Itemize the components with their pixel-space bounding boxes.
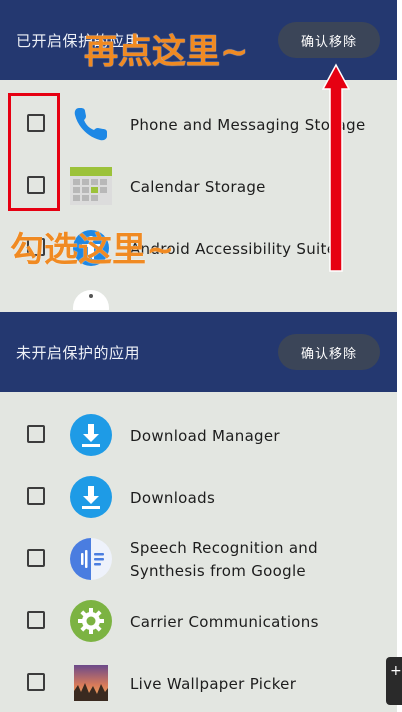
- floating-side-tab[interactable]: +: [386, 657, 402, 705]
- up-arrow-icon: [322, 63, 350, 272]
- app-label: Downloads: [130, 488, 216, 507]
- app-label: Speech Recognition and Synthesis from Go…: [130, 539, 318, 580]
- unprotected-app-list: Download Manager Downloads Speech Recogn…: [0, 405, 397, 712]
- app-label: Carrier Communications: [130, 612, 319, 631]
- checkbox[interactable]: [27, 673, 45, 691]
- app-label: Download Manager: [130, 426, 280, 445]
- list-item[interactable]: Downloads: [0, 467, 397, 529]
- list-item-partial: [0, 280, 397, 310]
- unprotected-apps-header: 未开启保护的应用 确认移除: [0, 312, 397, 392]
- calendar-icon: [70, 167, 112, 205]
- speech-icon: [70, 538, 112, 580]
- download-icon: [70, 414, 112, 456]
- confirm-remove-button-top[interactable]: 确认移除: [278, 22, 380, 58]
- checkbox[interactable]: [27, 425, 45, 443]
- app-label: Live Wallpaper Picker: [130, 674, 297, 693]
- download-icon: [70, 476, 112, 518]
- annotation-check-here: 勾选这里~: [10, 230, 175, 270]
- list-item[interactable]: Carrier Communications: [0, 591, 397, 653]
- list-item[interactable]: Live Wallpaper Picker: [0, 653, 397, 712]
- confirm-remove-button-bottom[interactable]: 确认移除: [278, 334, 380, 370]
- checkbox[interactable]: [27, 611, 45, 629]
- annotation-tap-here-again: 再点这里~: [84, 32, 249, 72]
- wallpaper-icon: [74, 665, 108, 701]
- checkbox[interactable]: [27, 549, 45, 567]
- phone-icon: [74, 108, 107, 141]
- app-icon: [73, 290, 109, 310]
- plus-icon: +: [390, 663, 402, 679]
- gear-icon: [70, 600, 112, 642]
- unprotected-apps-title: 未开启保护的应用: [16, 343, 141, 362]
- app-screen: 已开启保护的应用 确认移除 Phone and Messaging Storag…: [0, 0, 397, 712]
- list-item[interactable]: Speech Recognition and Synthesis from Go…: [0, 529, 397, 591]
- checkbox-highlight-box: [8, 93, 60, 211]
- checkbox[interactable]: [27, 487, 45, 505]
- list-item[interactable]: Download Manager: [0, 405, 397, 467]
